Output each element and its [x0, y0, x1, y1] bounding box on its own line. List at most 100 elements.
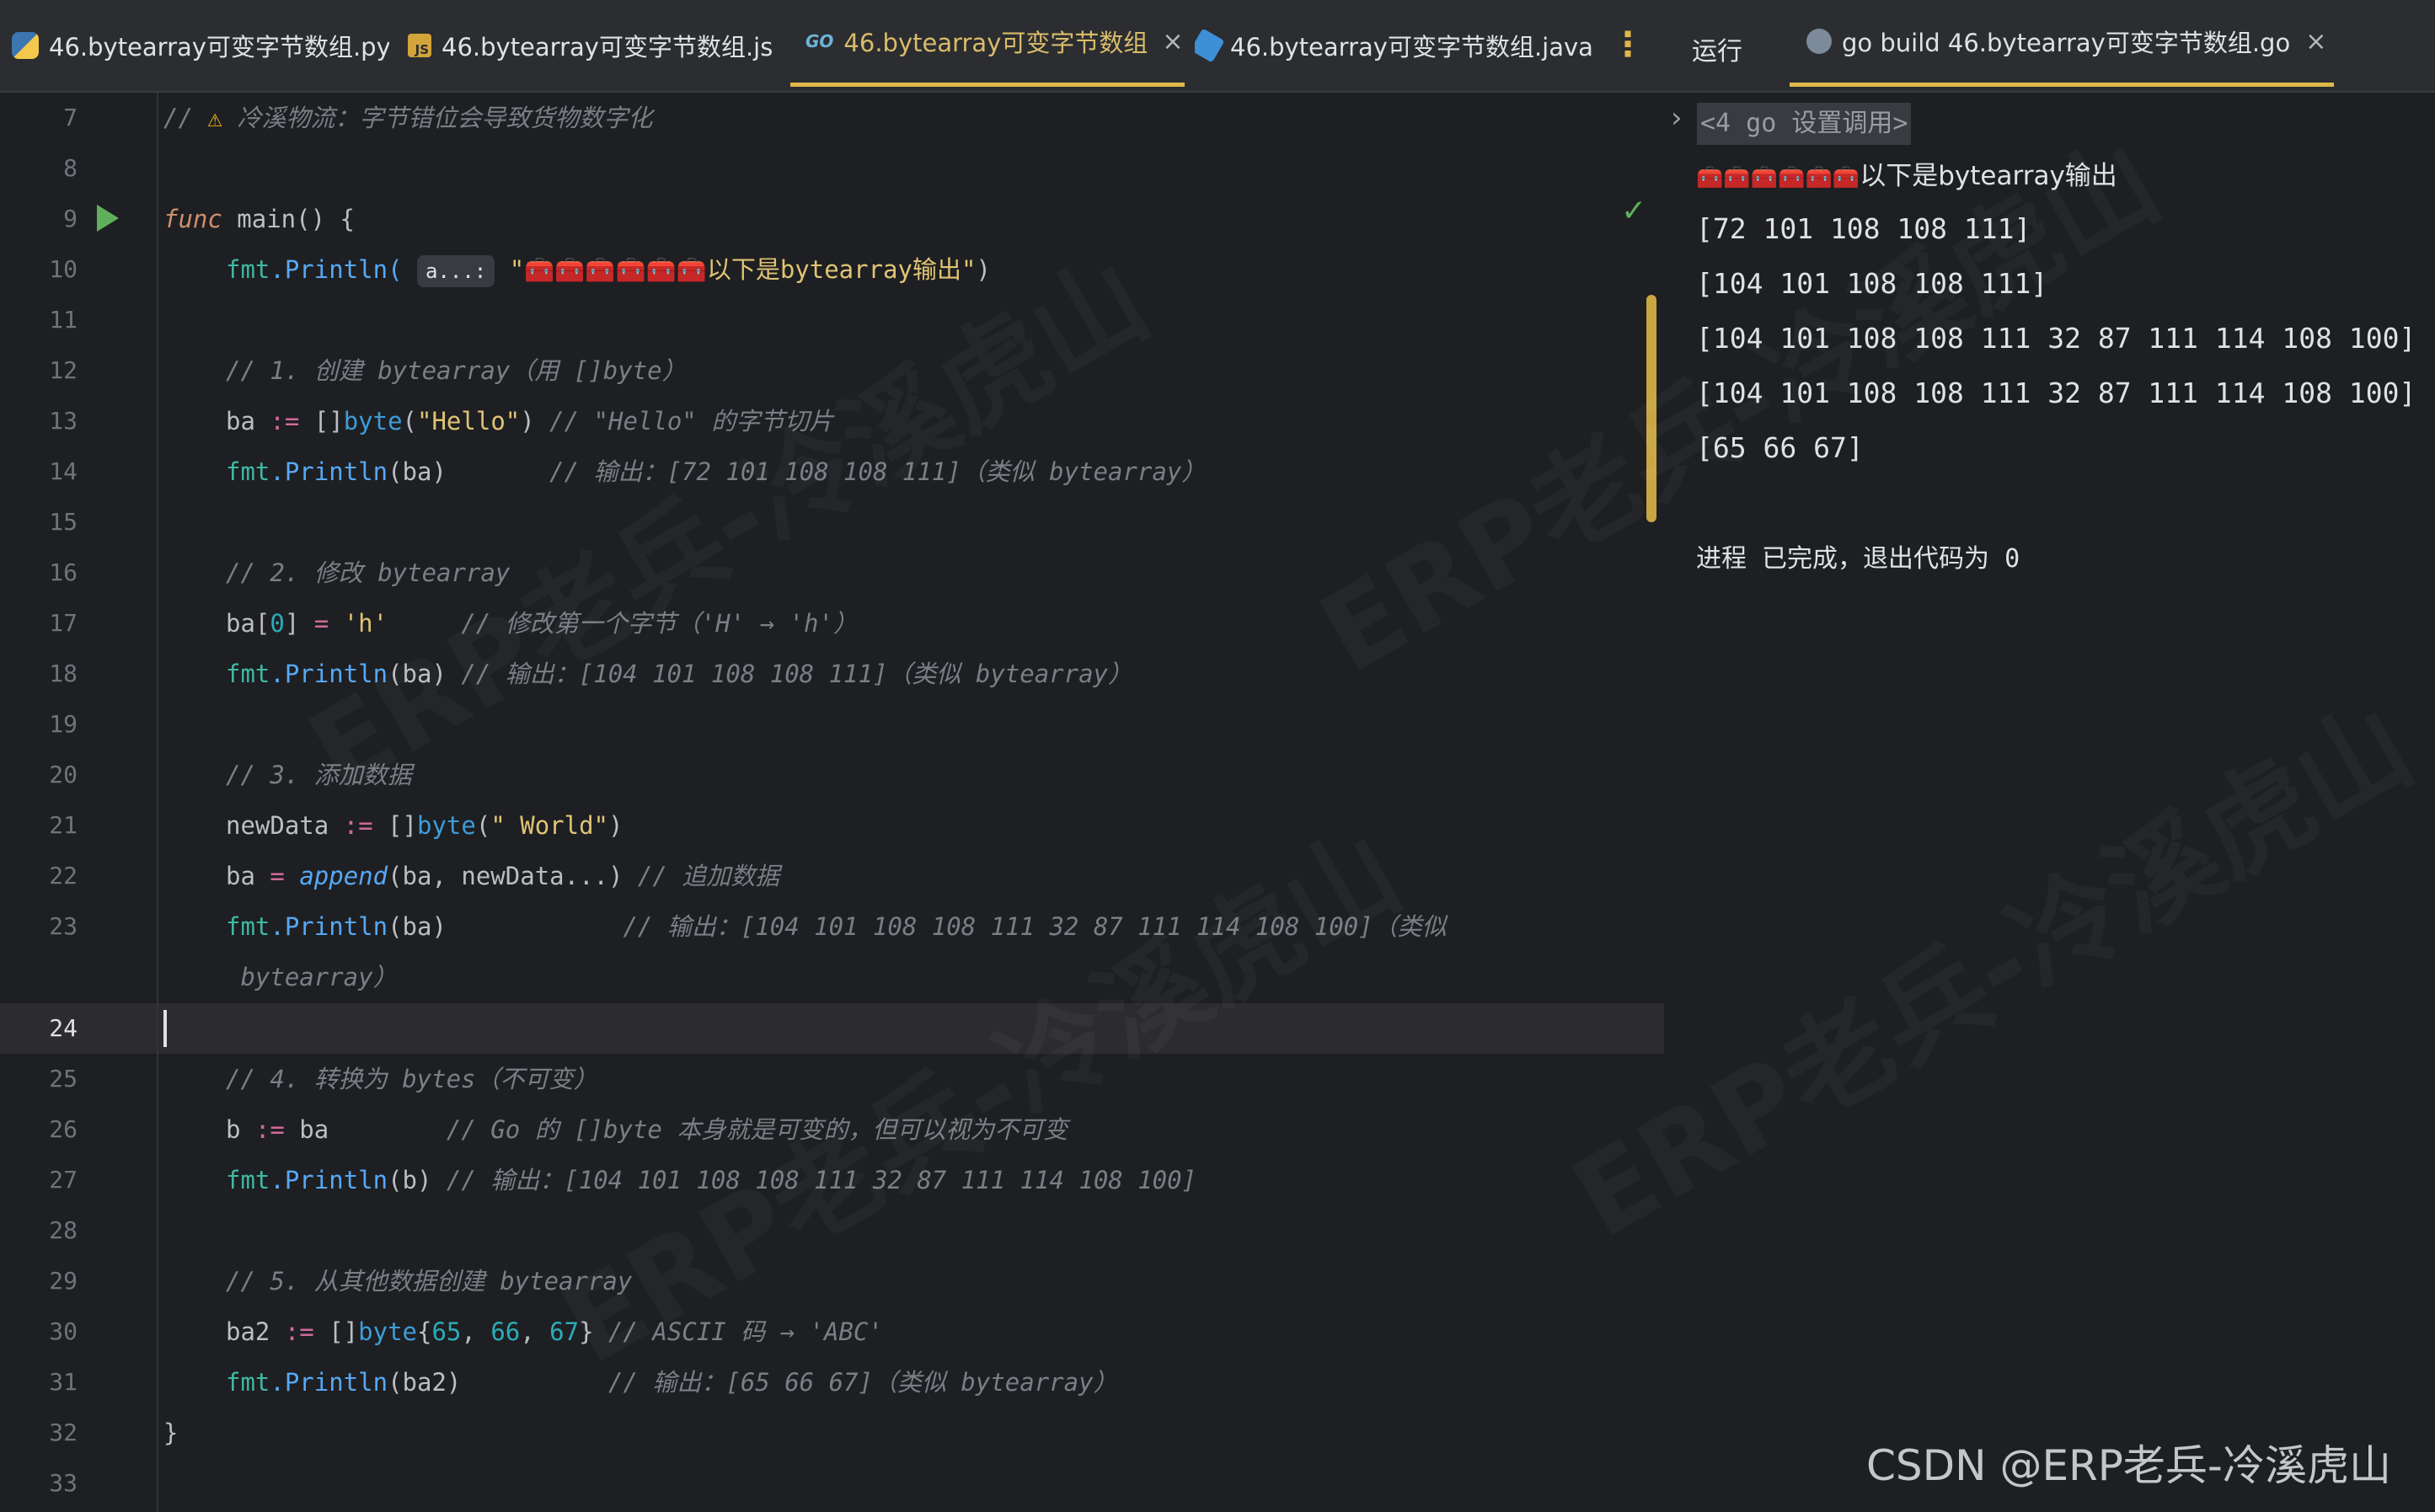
javascript-file-icon: JS: [408, 34, 431, 57]
operator: =: [270, 862, 285, 890]
output-header-line: 🧰🧰🧰🧰🧰🧰以下是bytearray输出: [1696, 152, 2117, 201]
comment-text: // "Hello" 的字节切片: [549, 407, 834, 435]
number-literal: 65: [431, 1317, 462, 1346]
more-tabs-icon[interactable]: ⋮: [1611, 25, 1645, 64]
line-number: 11: [49, 306, 78, 334]
line-number: 8: [63, 154, 78, 182]
chevron-right-icon[interactable]: ›: [1671, 101, 1683, 135]
code-text: ]: [284, 609, 314, 638]
type-name: byte: [417, 811, 476, 840]
text-caret: [163, 1010, 167, 1047]
comment-line: // 5. 从其他数据创建 bytearray: [226, 1267, 633, 1296]
code-text: (ba): [388, 912, 623, 941]
code-text: (ba, newData...): [388, 862, 638, 890]
code-text: []: [313, 1317, 359, 1346]
rune-literal: 'h': [343, 609, 388, 638]
output-text: 以下是bytearray输出: [1860, 161, 2117, 191]
string-literal: " World": [490, 811, 608, 840]
tab-java-file[interactable]: 46.bytearray可变字节数组.java: [1195, 0, 1599, 91]
process-finished-message: 进程 已完成，退出代码为 0: [1696, 544, 2020, 574]
comment-text: // 输出：[72 101 108 108 111]（类似 bytearray）: [549, 457, 1207, 486]
number-literal: 67: [549, 1317, 580, 1346]
comment-text: // 输出：[104 101 108 108 111 32 87 111 114…: [446, 1166, 1197, 1194]
line-number: 31: [49, 1368, 78, 1396]
run-main-icon[interactable]: [97, 205, 119, 232]
code-text: []: [299, 407, 344, 435]
line-number: 28: [49, 1216, 78, 1244]
string-literal: 以下是bytearray输出": [706, 255, 977, 284]
code-editor[interactable]: 7 8 9 10 11 12 13 14 15 16 17 18 19 20 2…: [0, 93, 1664, 1512]
line-number: 15: [49, 508, 78, 536]
tab-label: 46.bytearray可变字节数组.go: [843, 29, 1148, 57]
code-line: fmt.Println(ba2) // 输出：[65 66 67]（类似 byt…: [226, 1357, 1118, 1408]
code-text: newData: [226, 811, 344, 840]
package-name: fmt: [226, 1368, 270, 1397]
no-problems-check-icon[interactable]: ✓: [1621, 194, 1646, 228]
comment-text: 冷溪物流：字节错位会导致货物数字化: [222, 104, 653, 132]
code-text: }: [579, 1317, 608, 1346]
line-number: 23: [49, 912, 78, 940]
code-text: ba2: [226, 1317, 285, 1346]
code-text: (ba): [388, 660, 462, 688]
function-call: .Println: [270, 457, 388, 486]
comment-text: // 输出：[104 101 108 108 111 32 87 111 114…: [623, 912, 1447, 941]
code-text: (: [475, 811, 491, 840]
code-text: ,: [461, 1317, 491, 1346]
code-line: // ⚠ 冷溪物流：字节错位会导致货物数字化: [163, 93, 652, 143]
line-number: 29: [49, 1267, 78, 1295]
function-call: .Println: [270, 660, 388, 688]
line-number: 13: [49, 407, 78, 435]
go-build-icon: [1806, 29, 1832, 54]
code-text: ): [520, 407, 550, 435]
tab-go-file-active[interactable]: GO 46.bytearray可变字节数组.go ×: [790, 0, 1185, 87]
package-name: fmt: [226, 457, 270, 486]
java-file-icon: [1195, 28, 1225, 63]
code-text: ,: [520, 1317, 550, 1346]
tab-javascript-file[interactable]: JS 46.bytearray可变字节数组.js: [408, 0, 779, 91]
parameter-hint: a...:: [417, 255, 495, 287]
number-literal: 66: [490, 1317, 521, 1346]
operator: =: [313, 609, 329, 638]
function-call: .Println: [270, 1166, 388, 1194]
line-number: 17: [49, 609, 78, 637]
line-number-current: 24: [49, 1014, 78, 1042]
close-run-tab-icon[interactable]: ×: [2305, 27, 2326, 56]
operator: :=: [254, 1115, 285, 1144]
close-tab-icon[interactable]: ×: [1162, 27, 1183, 56]
csdn-author-watermark: CSDN @ERP老兵-冷溪虎山: [1866, 1441, 2391, 1490]
comment-text: //: [163, 104, 208, 132]
current-line-highlight: [0, 1003, 1664, 1054]
comment-line: // 4. 转换为 bytes（不可变）: [226, 1065, 598, 1093]
code-text: ba: [284, 1115, 447, 1144]
output-line: [65 66 67]: [1696, 431, 1864, 464]
code-text: ): [608, 811, 623, 840]
run-config-tab[interactable]: go build 46.bytearray可变字节数组.go ×: [1790, 0, 2334, 87]
toolbox-emoji-icons: 🧰🧰🧰🧰🧰🧰: [1696, 165, 1860, 190]
run-output-panel[interactable]: › <4 go 设置调用> 🧰🧰🧰🧰🧰🧰以下是bytearray输出 [72 1…: [1664, 93, 2435, 1512]
code-text: ba: [226, 407, 270, 435]
output-line: [104 101 108 108 111 32 87 111 114 108 1…: [1696, 322, 2416, 355]
line-number-gutter: 7 8 9 10 11 12 13 14 15 16 17 18 19 20 2…: [0, 93, 156, 1512]
code-line: newData := []byte(" World"): [226, 800, 623, 851]
code-text: b: [226, 1115, 255, 1144]
code-line: fmt.Println(b) // 输出：[104 101 108 108 11…: [226, 1155, 1196, 1205]
package-name: fmt: [226, 660, 270, 688]
tab-label: 46.bytearray可变字节数组.java: [1230, 33, 1593, 61]
editor-tab-bar: 46.bytearray可变字节数组.py JS 46.bytearray可变字…: [0, 0, 2435, 93]
line-number: 7: [63, 104, 78, 131]
scrollbar-thumb[interactable]: [1646, 295, 1656, 522]
run-config-label: go build 46.bytearray可变字节数组.go: [1842, 29, 2291, 57]
line-number: 12: [49, 356, 78, 384]
line-number: 19: [49, 710, 78, 738]
code-line: b := ba // Go 的 []byte 本身就是可变的，但可以视为不可变: [226, 1104, 1068, 1155]
gutter-divider: [157, 93, 158, 1512]
comment-text: // ASCII 码 → 'ABC': [608, 1317, 883, 1346]
tab-python-file[interactable]: 46.bytearray可变字节数组.py: [12, 0, 389, 91]
code-text: (ba2): [388, 1368, 608, 1397]
code-text: ): [976, 255, 991, 284]
output-line: [72 101 108 108 111]: [1696, 212, 2031, 245]
line-number: 25: [49, 1065, 78, 1093]
